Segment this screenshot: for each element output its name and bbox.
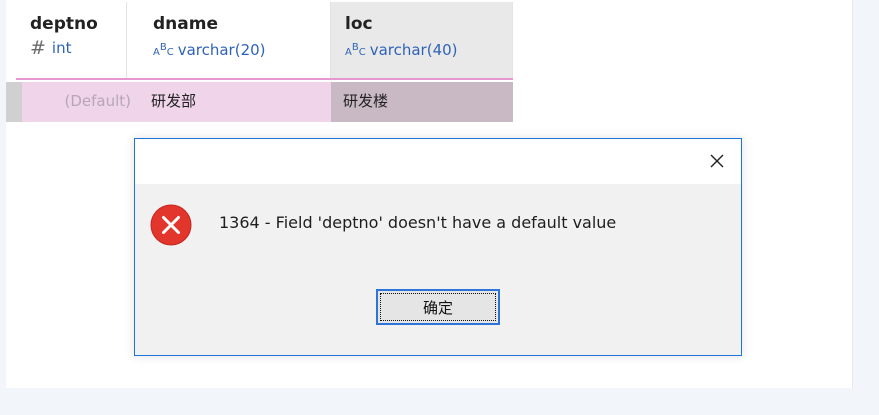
column-type: ABC varchar(40): [345, 38, 512, 63]
column-type: ABC varchar(20): [153, 38, 330, 63]
row-selector[interactable]: [6, 82, 22, 122]
dialog-body: 1364 - Field 'deptno' doesn't have a def…: [135, 184, 741, 355]
cell-dname[interactable]: 研发部: [139, 82, 331, 122]
abc-text-icon: ABC: [345, 42, 366, 58]
error-message: 1364 - Field 'deptno' doesn't have a def…: [219, 213, 617, 232]
column-header-loc[interactable]: loc ABC varchar(40): [331, 2, 513, 78]
column-header-deptno[interactable]: deptno # int: [16, 2, 127, 78]
column-name: loc: [345, 14, 373, 34]
cell-deptno[interactable]: (Default): [22, 82, 139, 122]
column-name: dname: [153, 14, 218, 34]
close-button[interactable]: [703, 147, 731, 175]
column-header-dname[interactable]: dname ABC varchar(20): [139, 2, 331, 78]
error-icon: [150, 204, 192, 246]
hash-icon: #: [30, 37, 46, 59]
column-type-label: int: [51, 39, 72, 57]
column-type-label: varchar(40): [369, 41, 458, 59]
error-dialog: 1364 - Field 'deptno' doesn't have a def…: [134, 138, 742, 356]
column-type: # int: [30, 38, 126, 58]
close-icon: [710, 154, 724, 168]
table-row[interactable]: (Default) 研发部 研发楼: [6, 82, 513, 122]
header-underline: [16, 78, 513, 80]
abc-text-icon: ABC: [153, 42, 174, 58]
cell-loc[interactable]: 研发楼: [331, 82, 513, 122]
column-name: deptno: [30, 14, 98, 34]
dialog-titlebar[interactable]: [135, 139, 741, 184]
ok-button[interactable]: 确定: [376, 289, 500, 325]
column-type-label: varchar(20): [177, 41, 266, 59]
